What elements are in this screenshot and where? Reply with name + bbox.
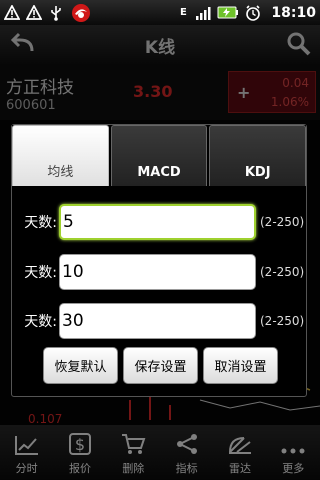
restore-defaults-button[interactable]: 恢复默认 — [43, 347, 118, 384]
stock-price: 3.30 — [133, 82, 173, 101]
indicator-value: 0.107 — [28, 412, 63, 426]
days-input-1[interactable] — [59, 204, 256, 240]
nav-label: 分时 — [15, 462, 38, 475]
days-input-3[interactable] — [59, 303, 256, 339]
battery-charging-icon — [217, 5, 239, 21]
alarm-icon — [245, 4, 261, 21]
nav-label: 报价 — [68, 462, 91, 475]
signal-icon — [195, 5, 211, 21]
tab-moving-average[interactable]: 均线 — [12, 125, 109, 186]
dollar-icon: $ — [68, 433, 91, 455]
clock: 18:10 — [271, 4, 316, 21]
change-sign: + — [237, 83, 251, 102]
more-icon — [281, 448, 305, 454]
nav-item-more[interactable]: 更多 — [267, 425, 320, 480]
days-range-hint: (2-250) — [260, 265, 305, 279]
status-bar: E 18:10 — [0, 0, 320, 25]
nav-item-indicator[interactable]: 指标 — [160, 425, 213, 480]
share-icon — [176, 434, 197, 454]
days-input-2[interactable] — [59, 254, 256, 290]
stock-name: 方正科技 — [6, 78, 74, 98]
days-row-2: 天数: (2-250) — [12, 254, 306, 290]
cart-icon — [122, 434, 146, 454]
change-box: + 0.04 1.06% — [228, 71, 316, 113]
page-title: K线 — [144, 37, 176, 58]
stock-code: 600601 — [6, 98, 56, 113]
nav-label: 更多 — [282, 462, 305, 475]
svg-text:$: $ — [75, 435, 85, 454]
indicator-tabs: 均线 MACD KDJ — [12, 125, 307, 186]
save-settings-button[interactable]: 保存设置 — [123, 347, 198, 384]
title-bar: K线 — [0, 25, 320, 65]
warning-icon — [4, 5, 20, 21]
nav-item-radar[interactable]: 雷达 — [213, 425, 266, 480]
days-range-hint: (2-250) — [260, 215, 305, 229]
warning-icon — [26, 5, 42, 21]
nav-item-delete[interactable]: 删除 — [107, 425, 160, 480]
change-percent: 1.06% — [270, 95, 309, 109]
usb-icon — [48, 5, 64, 21]
days-label: 天数: — [24, 215, 57, 231]
days-row-1: 天数: (2-250) — [12, 204, 306, 240]
nav-label: 指标 — [175, 462, 198, 475]
app-logo-icon — [70, 3, 92, 22]
nav-item-timeshare[interactable]: 分时 — [0, 425, 53, 480]
network-e-icon: E — [180, 7, 187, 18]
search-icon[interactable] — [286, 31, 312, 61]
days-label: 天数: — [24, 314, 57, 330]
days-label: 天数: — [24, 265, 57, 281]
tab-macd[interactable]: MACD — [110, 125, 208, 186]
change-value: 0.04 — [282, 76, 309, 90]
indicator-settings-dialog: 均线 MACD KDJ 天数: (2-250) 天数: (2-250) 天数: … — [11, 124, 307, 397]
radar-icon — [228, 437, 251, 454]
days-row-3: 天数: (2-250) — [12, 303, 306, 339]
back-arrow-icon[interactable] — [8, 31, 36, 61]
tab-kdj[interactable]: KDJ — [209, 125, 307, 186]
nav-label: 雷达 — [228, 462, 251, 475]
timeshare-chart-icon — [14, 436, 38, 455]
nav-item-quote[interactable]: $ 报价 — [53, 425, 106, 480]
nav-label: 删除 — [122, 462, 145, 475]
cancel-settings-button[interactable]: 取消设置 — [203, 347, 278, 384]
stock-info-row: 方正科技 600601 3.30 + 0.04 1.06% — [0, 65, 320, 120]
bottom-nav: 分时 $ 报价 删除 指标 雷达 更多 — [0, 425, 320, 480]
days-range-hint: (2-250) — [260, 314, 305, 328]
